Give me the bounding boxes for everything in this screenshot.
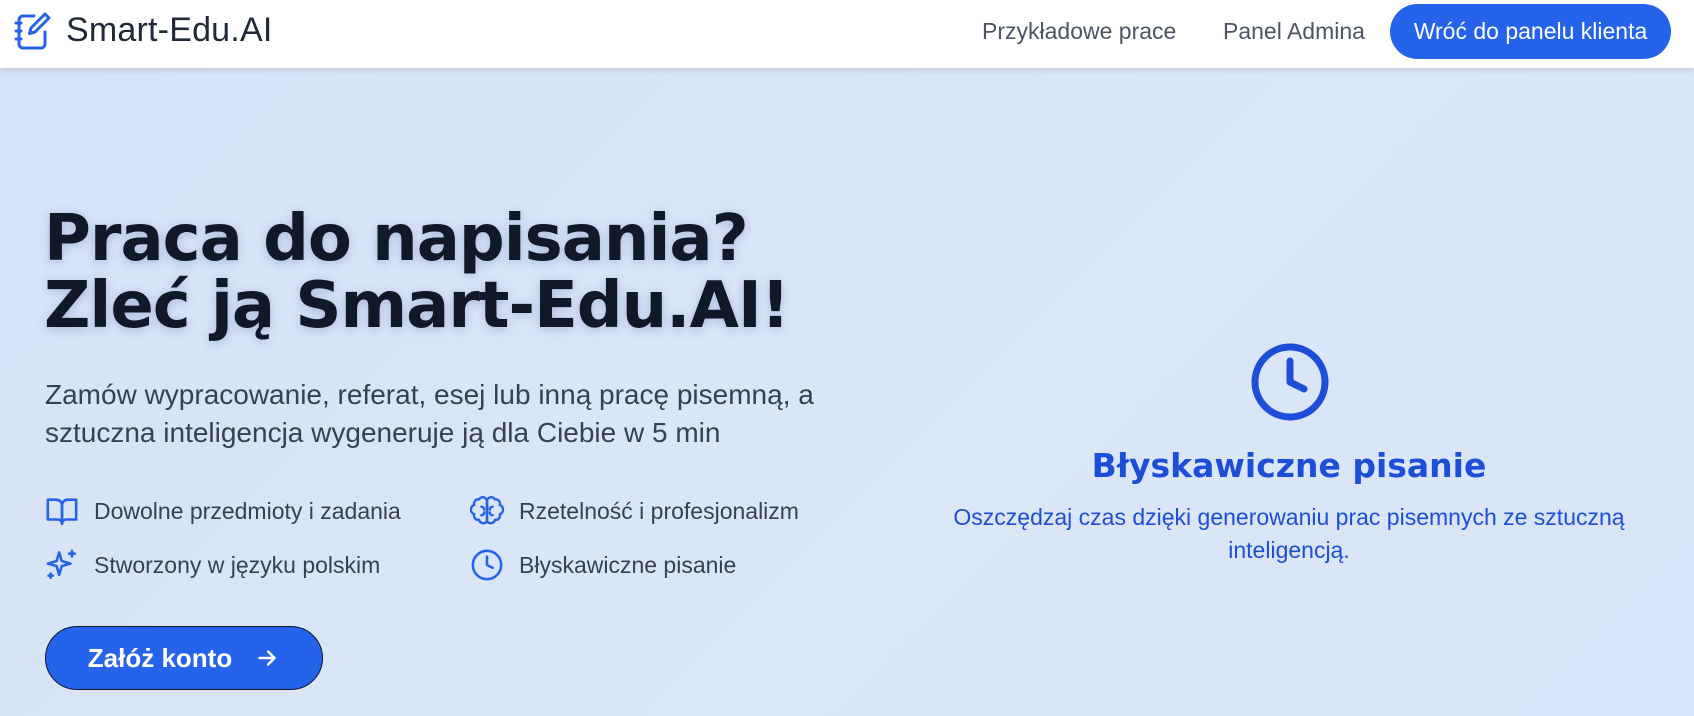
brain-icon [470,496,504,525]
feature-card-title: Błyskawiczne pisanie [1091,446,1487,485]
hero-title: Praca do napisania? Zleć ją Smart-Edu.AI… [44,206,874,340]
logo-text: Smart-Edu.AI [66,10,273,49]
hero-title-line-1: Praca do napisania? [44,202,749,276]
hero-subtitle: Zamów wypracowanie, referat, esej lub in… [45,379,814,448]
clock-icon [471,549,503,581]
feature-item-fast-writing: Błyskawiczne pisanie [470,548,736,582]
feature-label: Rzetelność i profesjonalizm [519,497,799,524]
sparkles-icon [46,549,77,580]
notebook-pen-icon [14,12,51,50]
book-open-icon [46,498,78,526]
top-navbar: Smart-Edu.AI Przykładowe prace Panel Adm… [0,0,1694,68]
feature-label: Stworzony w języku polskim [94,551,381,578]
clock-icon [1251,343,1329,421]
client-panel-button[interactable]: Wróć do panelu klienta [1390,4,1671,59]
logo-link[interactable]: Smart-Edu.AI [14,10,272,50]
feature-card-description: Oszczędzaj czas dzięki generowaniu prac … [953,504,1625,563]
feature-label: Dowolne przedmioty i zadania [94,497,401,524]
feature-item-polish-language: Stworzony w języku polskim [45,548,380,582]
create-account-label: Załóż konto [87,642,233,673]
nav-link-examples[interactable]: Przykładowe prace [982,18,1176,45]
arrow-right-icon [258,650,276,666]
create-account-button[interactable]: Załóż konto [45,626,323,690]
feature-label: Błyskawiczne pisanie [519,551,737,578]
feature-item-subjects: Dowolne przedmioty i zadania [45,494,401,528]
nav-link-admin-panel[interactable]: Panel Admina [1223,18,1365,45]
hero-title-line-2: Zleć ją Smart-Edu.AI! [44,269,790,343]
feature-item-reliability: Rzetelność i profesjonalizm [470,494,799,528]
